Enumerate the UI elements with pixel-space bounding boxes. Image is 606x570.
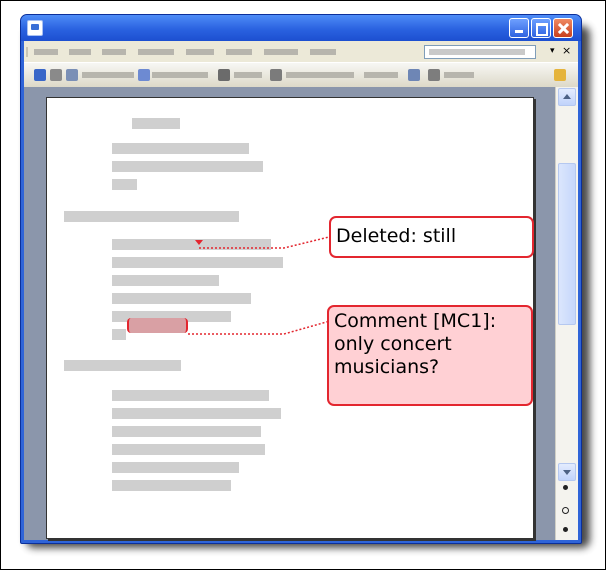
deleted-balloon-text: Deleted: still bbox=[336, 225, 457, 247]
deleted-balloon[interactable]: Deleted: still bbox=[329, 216, 534, 258]
comment-connector-line bbox=[188, 320, 331, 335]
comment-text-line-2: musicians? bbox=[334, 356, 440, 378]
deletion-marker-icon bbox=[195, 240, 203, 245]
comment-text-line-1: only concert bbox=[334, 333, 452, 355]
comment-balloon[interactable]: Comment [MC1]: only concert musicians? bbox=[327, 305, 533, 406]
deleted-connector-line bbox=[199, 236, 330, 249]
markup-connectors bbox=[188, 236, 331, 335]
comment-label: Comment [MC1]: bbox=[334, 310, 497, 332]
